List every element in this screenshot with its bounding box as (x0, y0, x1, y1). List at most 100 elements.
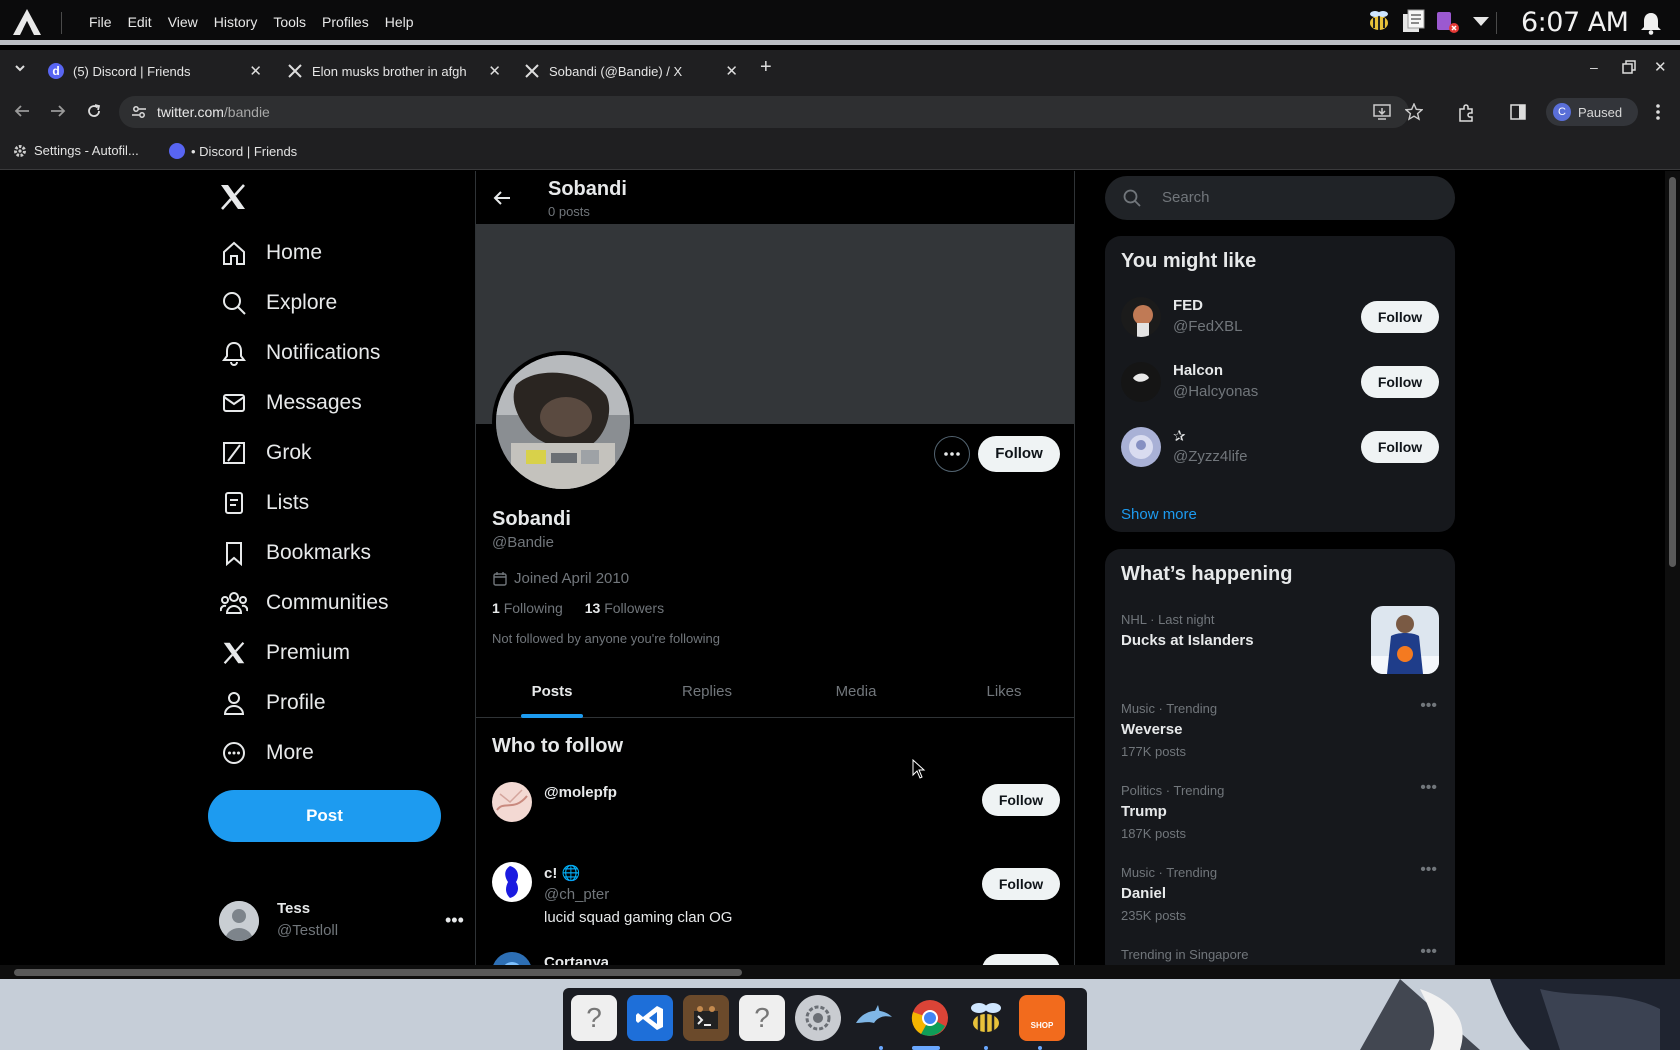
menu-help[interactable]: Help (377, 0, 422, 45)
nav-lists[interactable]: Lists (220, 480, 309, 526)
menu-edit[interactable]: Edit (120, 0, 160, 45)
bee-tray-icon[interactable] (1366, 8, 1392, 34)
tab-replies[interactable]: Replies (672, 665, 742, 718)
follow-button[interactable]: Follow (1361, 431, 1439, 463)
notification-bell-icon[interactable] (1640, 11, 1662, 35)
list-item[interactable]: c! 🌐 @ch_pter lucid squad gaming clan OG… (492, 862, 1060, 938)
trend-more-icon[interactable]: ••• (1420, 779, 1437, 797)
nav-premium[interactable]: Premium (220, 630, 350, 676)
trend-item[interactable]: Music · Trending Weverse 177K posts ••• (1121, 697, 1439, 759)
tab-discord[interactable]: d (5) Discord | Friends ✕ (48, 56, 262, 86)
install-app-icon[interactable] (1373, 104, 1391, 120)
followers-link[interactable]: 13 Followers (585, 600, 664, 616)
terminal-icon[interactable] (683, 995, 729, 1041)
back-arrow-icon[interactable] (14, 103, 30, 119)
trend-more-icon[interactable]: ••• (1420, 697, 1437, 715)
bookmark-discord[interactable]: • Discord | Friends (169, 143, 297, 159)
browser-profile-chip[interactable]: C Paused (1546, 98, 1638, 126)
trend-item[interactable]: Music · Trending Daniel 235K posts ••• (1121, 861, 1439, 923)
new-tab-plus-icon[interactable]: + (760, 56, 772, 79)
trend-item[interactable]: Politics · Trending Trump 187K posts ••• (1121, 779, 1439, 841)
menu-tools[interactable]: Tools (265, 0, 314, 45)
trend-item[interactable]: Trending in Singapore ••• (1121, 943, 1439, 962)
tab-media[interactable]: Media (826, 665, 886, 718)
list-item[interactable]: ✰ @Zyzz4life Follow (1121, 423, 1439, 471)
extensions-puzzle-icon[interactable] (1457, 104, 1475, 122)
bee-icon[interactable] (963, 995, 1009, 1041)
dolphin-icon[interactable] (851, 995, 897, 1041)
clipboard-tray-icon[interactable] (1400, 8, 1426, 34)
post-button[interactable]: Post (208, 790, 441, 842)
nav-bookmarks[interactable]: Bookmarks (220, 530, 371, 576)
browser-menu-kebab-icon[interactable] (1655, 103, 1661, 121)
menu-file[interactable]: File (81, 0, 120, 45)
list-item[interactable]: Cortanya Follow (492, 952, 1060, 965)
follow-button[interactable]: Follow (982, 954, 1060, 965)
restore-window-icon[interactable] (1622, 60, 1636, 74)
tab-sobandi-active[interactable]: Sobandi (@Bandie) / X ✕ (524, 56, 738, 86)
nav-grok[interactable]: Grok (220, 430, 312, 476)
account-more-icon[interactable]: ••• (445, 910, 464, 931)
tab-close-icon[interactable]: ✕ (249, 62, 262, 80)
nav-communities[interactable]: Communities (220, 580, 389, 626)
vertical-scrollbar[interactable] (1665, 171, 1680, 965)
reload-icon[interactable] (86, 103, 102, 119)
list-item[interactable]: @molepfp Follow (492, 782, 1060, 842)
nav-home[interactable]: Home (220, 230, 322, 276)
menu-profiles[interactable]: Profiles (314, 0, 377, 45)
tab-posts[interactable]: Posts (521, 665, 583, 718)
trend-more-icon[interactable]: ••• (1420, 943, 1437, 961)
trend-more-icon[interactable]: ••• (1420, 861, 1437, 879)
shop-icon[interactable]: SHOP (1019, 995, 1065, 1041)
unknown-file-icon[interactable]: ? (739, 995, 785, 1041)
close-window-icon[interactable]: ✕ (1654, 58, 1667, 76)
chrome-icon[interactable] (907, 995, 953, 1041)
follow-button[interactable]: Follow (982, 868, 1060, 900)
horizontal-scrollbar[interactable] (0, 965, 1680, 979)
side-panel-icon[interactable] (1510, 104, 1526, 120)
profile-avatar[interactable] (492, 351, 634, 493)
tray-expand-icon[interactable] (1468, 8, 1494, 34)
system-clock[interactable]: 6:07 AM (1521, 0, 1629, 45)
scrollbar-thumb[interactable] (14, 969, 742, 976)
minimize-window-icon[interactable]: – (1590, 59, 1598, 75)
forward-arrow-icon[interactable] (50, 103, 66, 119)
follow-button[interactable]: Follow (1361, 366, 1439, 398)
menu-history[interactable]: History (206, 0, 266, 45)
search-placeholder: Search (1162, 189, 1210, 206)
nav-profile[interactable]: Profile (220, 680, 326, 726)
bookmark-star-icon[interactable] (1405, 103, 1423, 121)
vscode-icon[interactable] (627, 995, 673, 1041)
tab-close-icon[interactable]: ✕ (488, 62, 501, 80)
volume-muted-tray-icon[interactable] (1434, 8, 1460, 34)
nav-explore[interactable]: Explore (220, 280, 337, 326)
trend-item[interactable]: NHL · Last night Ducks at Islanders (1121, 606, 1439, 674)
tab-likes[interactable]: Likes (979, 665, 1029, 718)
follow-button[interactable]: Follow (978, 436, 1060, 472)
search-input[interactable]: Search (1105, 176, 1455, 220)
tab-elon[interactable]: Elon musks brother in afgh ✕ (287, 56, 501, 86)
tab-search-chevron-icon[interactable] (14, 62, 26, 74)
site-info-icon[interactable] (131, 104, 147, 120)
nav-messages[interactable]: Messages (220, 380, 362, 426)
tab-close-icon[interactable]: ✕ (725, 62, 738, 80)
following-link[interactable]: 1 Following (492, 600, 563, 616)
back-arrow-icon[interactable] (492, 188, 512, 208)
account-switcher[interactable]: Tess @Testloll ••• (219, 898, 464, 944)
show-more-link[interactable]: Show more (1121, 506, 1197, 523)
scrollbar-thumb[interactable] (1669, 177, 1676, 567)
settings-icon[interactable] (795, 995, 841, 1041)
nav-more[interactable]: More (220, 730, 314, 776)
x-logo-icon[interactable] (219, 183, 247, 211)
list-item[interactable]: Halcon @Halcyonas Follow (1121, 358, 1439, 406)
unknown-file-icon[interactable]: ? (571, 995, 617, 1041)
arch-logo-icon[interactable] (12, 8, 42, 36)
follow-button[interactable]: Follow (1361, 301, 1439, 333)
profile-more-button[interactable] (934, 436, 970, 472)
menu-view[interactable]: View (160, 0, 206, 45)
url-omnibox[interactable]: twitter.com/bandie (119, 96, 1423, 128)
nav-notifications[interactable]: Notifications (220, 330, 380, 376)
bookmark-settings[interactable]: Settings - Autofil... (13, 143, 139, 158)
follow-button[interactable]: Follow (982, 784, 1060, 816)
list-item[interactable]: FED @FedXBL Follow (1121, 293, 1439, 341)
